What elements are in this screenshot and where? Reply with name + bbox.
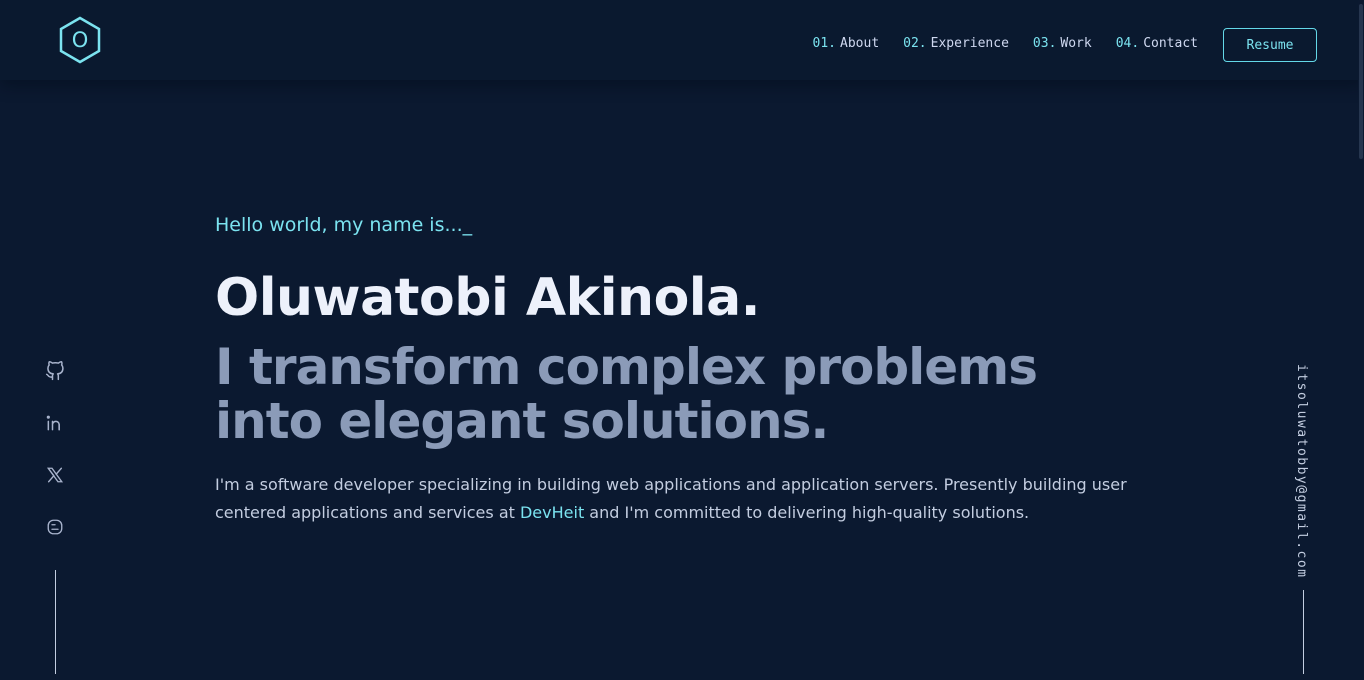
nav-label: Contact xyxy=(1143,36,1198,51)
nav-number: 04. xyxy=(1115,36,1140,51)
nav-item-about[interactable]: 01. About xyxy=(813,36,880,51)
logo-letter: O xyxy=(72,28,89,52)
nav-item-experience[interactable]: 02. Experience xyxy=(903,36,1009,51)
intro-text-end: and I'm committed to delivering high-qua… xyxy=(584,503,1030,522)
nav-item-work[interactable]: 03. Work xyxy=(1033,36,1092,51)
nav-number: 01. xyxy=(812,36,837,51)
nav-number: 02. xyxy=(903,36,927,51)
nav-label: Work xyxy=(1060,36,1092,51)
nav-number: 03. xyxy=(1032,36,1057,51)
nav-item-contact[interactable]: 04. Contact xyxy=(1116,36,1198,51)
left-divider-line xyxy=(55,570,56,674)
resume-button[interactable]: Resume xyxy=(1223,28,1317,62)
company-link[interactable]: DevHeit xyxy=(520,503,584,522)
linkedin-icon[interactable] xyxy=(44,412,66,434)
blog-icon[interactable] xyxy=(44,516,66,538)
hero-tagline: I transform complex problems into elegan… xyxy=(215,340,1115,448)
tagline-line-1: I transform complex problems xyxy=(215,338,1038,396)
right-divider-line xyxy=(1303,590,1304,674)
x-icon[interactable] xyxy=(44,464,66,486)
nav-label: About xyxy=(840,36,880,51)
hero-intro: I'm a software developer specializing in… xyxy=(215,471,1145,527)
main-nav: 01. About 02. Experience 03. Work 04. Contac… xyxy=(813,36,1198,51)
hero-name: Oluwatobi Akinola. xyxy=(215,268,760,328)
site-header: O 01. About 02. Experience 03. Work 04. Cont… xyxy=(0,0,1364,80)
scrollbar-thumb[interactable] xyxy=(1359,4,1363,159)
tagline-line-2: into elegant solutions. xyxy=(215,392,829,450)
nav-label: Experience xyxy=(930,36,1009,51)
github-icon[interactable] xyxy=(44,360,66,382)
social-links xyxy=(44,360,66,568)
email-link[interactable]: itsoluwatobby@gmail.com xyxy=(1294,364,1309,579)
hero-greeting: Hello world, my name is..._ xyxy=(215,214,473,236)
hexagon-logo-icon[interactable]: O xyxy=(58,16,102,64)
